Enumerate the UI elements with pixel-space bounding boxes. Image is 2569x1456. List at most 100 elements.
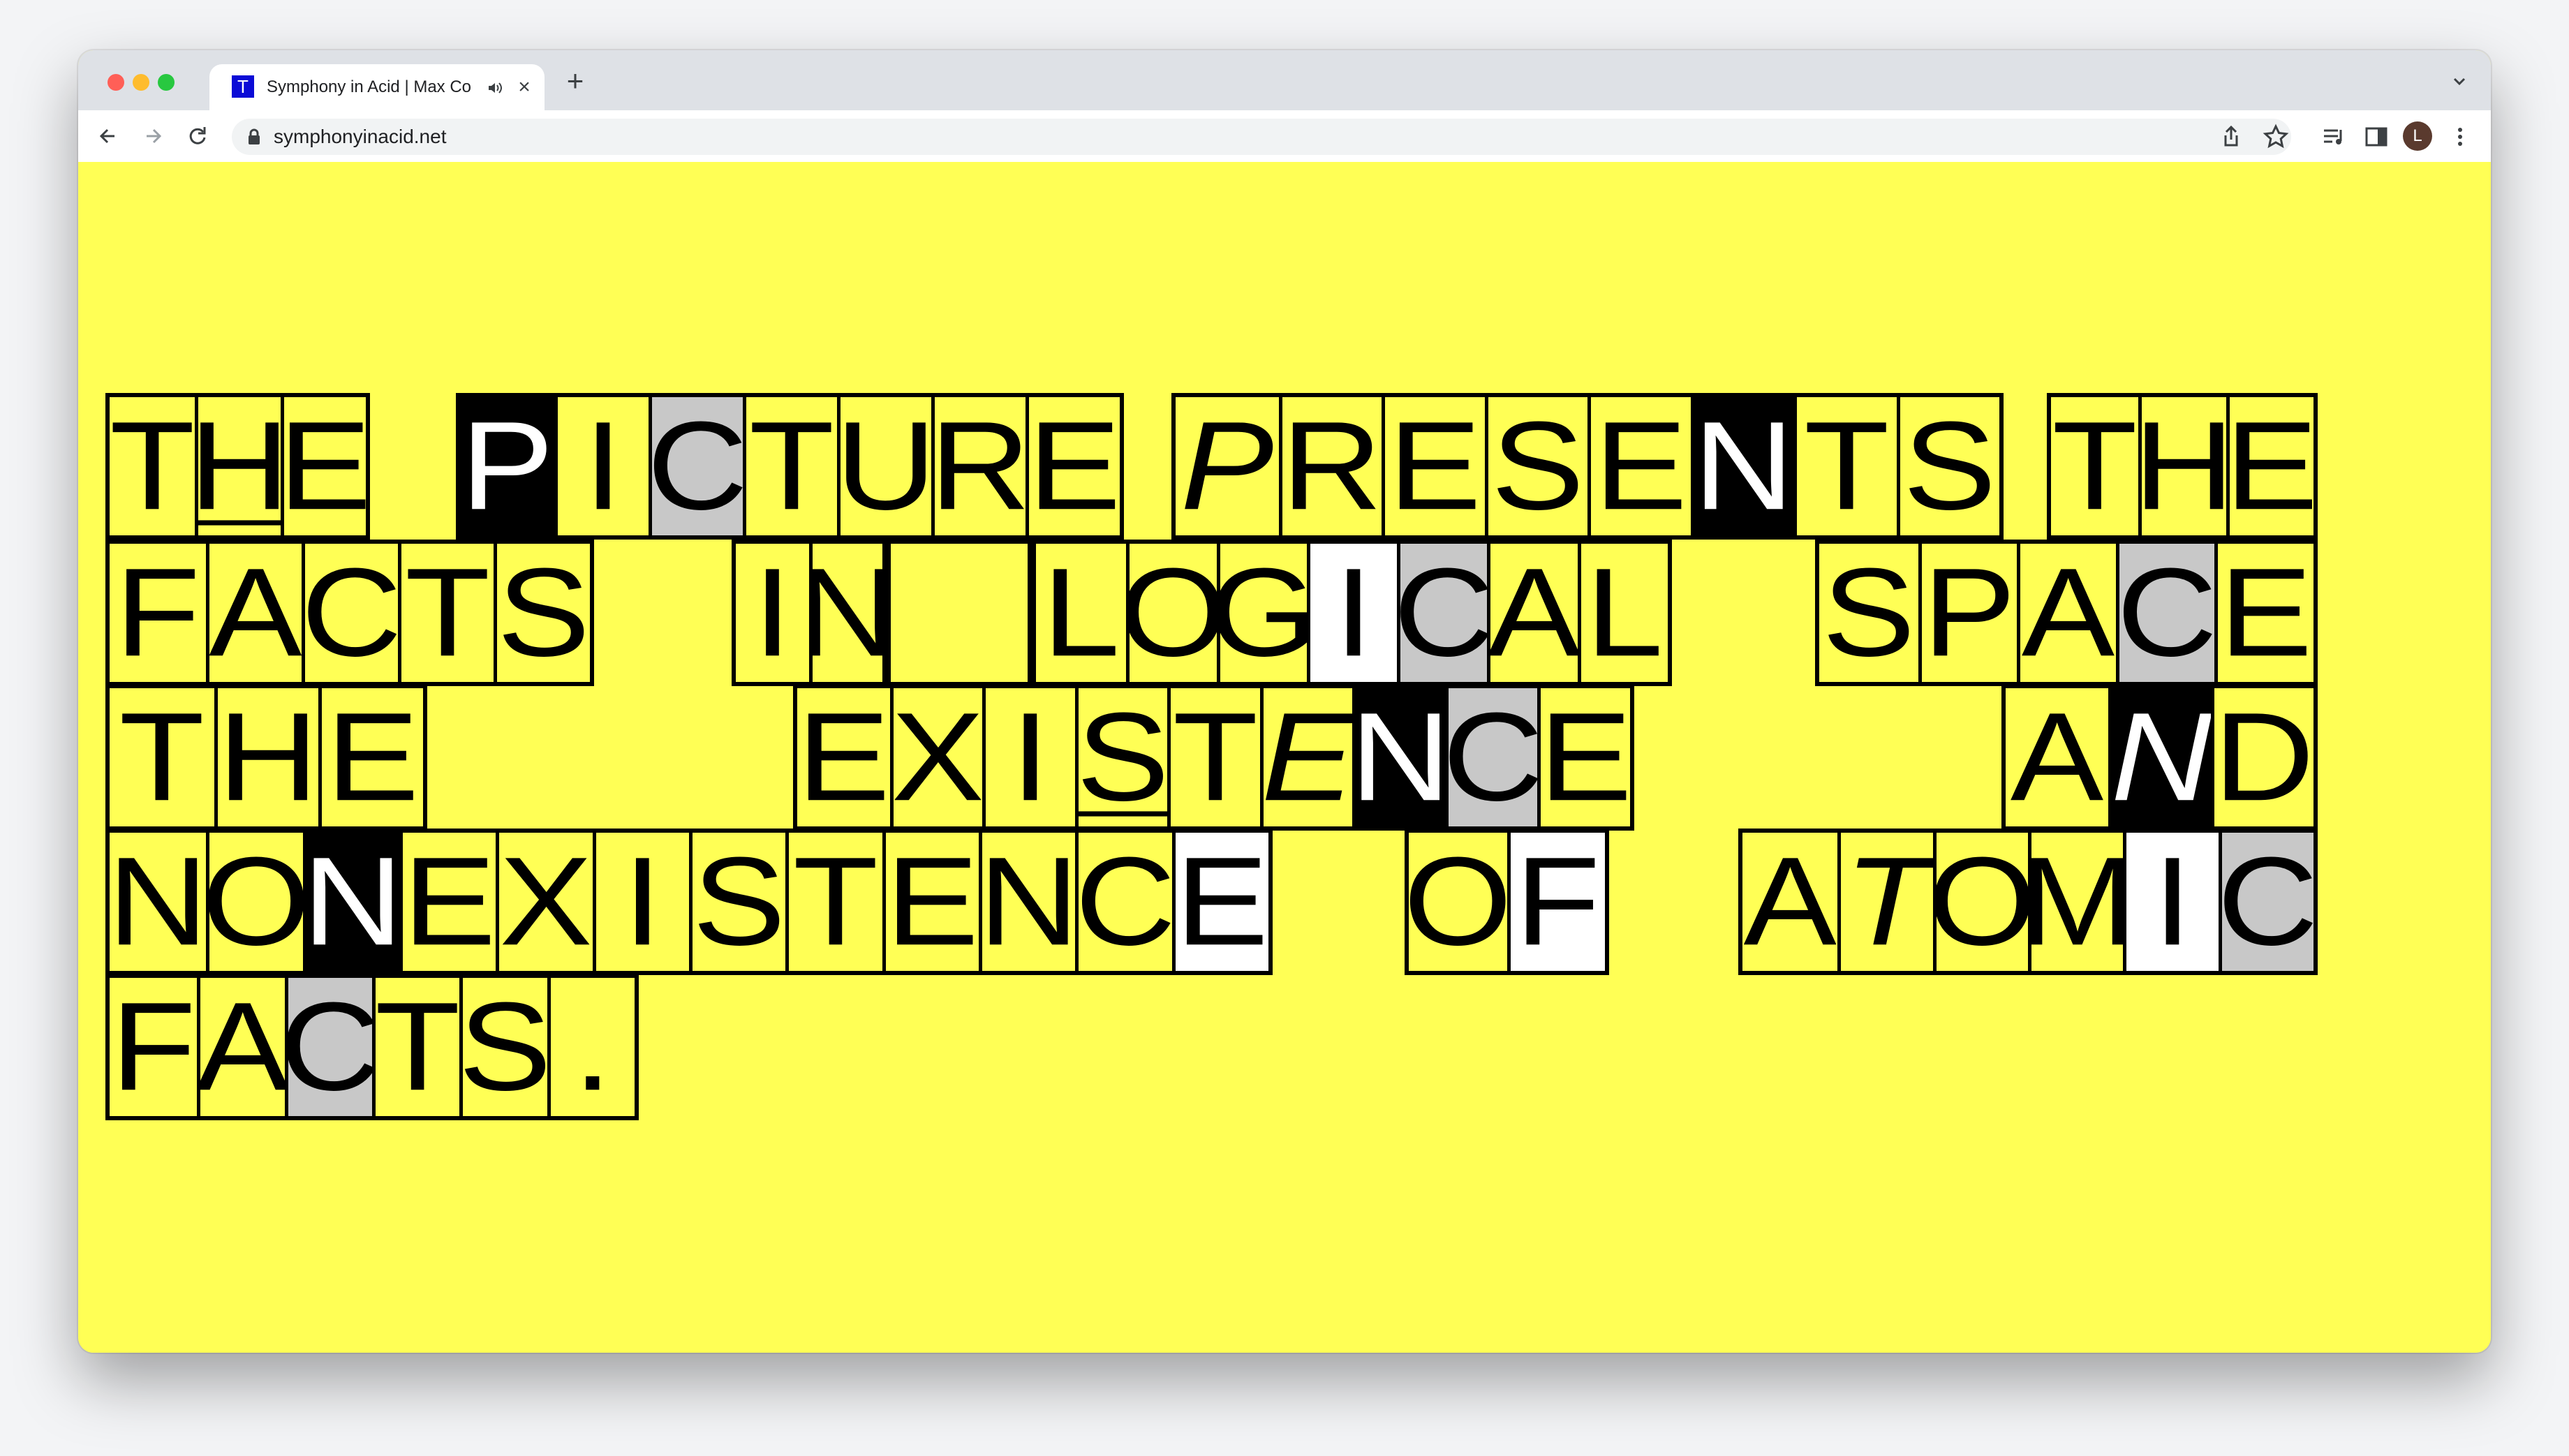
word-box: THE bbox=[105, 684, 427, 831]
letter-cell: U bbox=[837, 397, 931, 535]
letter-cell: S bbox=[1896, 397, 2000, 535]
letter-cell: O bbox=[1126, 544, 1217, 682]
media-controls-icon[interactable] bbox=[2320, 123, 2348, 151]
letter-cell: C bbox=[284, 978, 372, 1116]
word-box: EXISTENCE bbox=[793, 684, 1634, 831]
letter-cell: C bbox=[1075, 833, 1172, 971]
word-box: PRESENTS bbox=[1171, 393, 2004, 540]
letter-cell: N bbox=[1352, 688, 1445, 826]
letter-cell: P bbox=[1180, 397, 1274, 535]
tab-title: Symphony in Acid | Max Co bbox=[267, 77, 472, 96]
letter-cell: O bbox=[206, 833, 303, 971]
letter-cell: E bbox=[882, 833, 979, 971]
word-box: OF bbox=[1405, 829, 1609, 975]
word-box: LOGICAL bbox=[1032, 540, 1672, 686]
letter-cell: L bbox=[1577, 544, 1668, 682]
letter-cell: I bbox=[554, 397, 649, 535]
letter-cell: F bbox=[114, 544, 200, 682]
letter-cell: E bbox=[2214, 544, 2313, 682]
letter-cell: H bbox=[2138, 397, 2226, 535]
letter-cell: O bbox=[1932, 833, 2028, 971]
letter-cell: N bbox=[1690, 397, 1793, 535]
letter-cell: S bbox=[1822, 544, 1916, 682]
letter-cell: X bbox=[496, 833, 593, 971]
letter-cell: T bbox=[1793, 397, 1897, 535]
letter-cell: E bbox=[399, 833, 496, 971]
letter-cell: A bbox=[205, 544, 302, 682]
word-box: NONEXISTENCE bbox=[105, 829, 1273, 975]
letter-cell: S bbox=[1484, 397, 1588, 535]
letter-cell: N bbox=[302, 833, 399, 971]
word-box bbox=[887, 540, 1032, 686]
letter-cell: X bbox=[889, 688, 982, 826]
letter-cell: A bbox=[2017, 544, 2116, 682]
letter-cell: I bbox=[2123, 833, 2219, 971]
word-box: THE bbox=[2047, 393, 2318, 540]
letter-grid: THEPICTUREPRESENTSTHEFACTSINLOGICALSPACE… bbox=[78, 162, 2491, 1353]
letter-cell: E bbox=[1382, 397, 1485, 535]
word-box: IN bbox=[732, 540, 887, 686]
bookmark-star-icon[interactable] bbox=[2262, 123, 2290, 151]
audio-playing-icon[interactable] bbox=[487, 81, 503, 95]
letter-cell: O bbox=[1409, 833, 1507, 971]
browser-toolbar: symphonyinacid.net L bbox=[78, 110, 2491, 163]
letter-cell: T bbox=[1837, 833, 1932, 971]
letter-cell: S bbox=[1074, 688, 1167, 826]
letter-cell: T bbox=[785, 833, 882, 971]
close-window-button[interactable] bbox=[108, 74, 124, 91]
letter-cell: . bbox=[547, 978, 635, 1116]
browser-window: T Symphony in Acid | Max Co × + symphony… bbox=[78, 50, 2491, 1353]
letter-cell: E bbox=[1537, 688, 1630, 826]
word-box: AND bbox=[2001, 684, 2318, 831]
letter-cell: T bbox=[397, 544, 494, 682]
word-box: PICTURE bbox=[456, 393, 1124, 540]
letter-cell: E bbox=[1171, 833, 1268, 971]
profile-avatar[interactable]: L bbox=[2403, 121, 2432, 151]
letter-cell: C bbox=[302, 544, 398, 682]
letter-cell: P bbox=[460, 397, 554, 535]
more-menu-icon[interactable] bbox=[2446, 123, 2474, 151]
reload-icon[interactable] bbox=[183, 121, 212, 151]
letter-cell: N bbox=[809, 544, 882, 682]
back-arrow-icon[interactable] bbox=[94, 121, 123, 151]
letter-cell: T bbox=[2052, 397, 2138, 535]
letter-cell: C bbox=[1444, 688, 1538, 826]
letter-cell: S bbox=[689, 833, 785, 971]
share-icon[interactable] bbox=[2217, 123, 2245, 151]
letter-cell: H bbox=[195, 397, 281, 535]
active-tab[interactable]: T Symphony in Acid | Max Co × bbox=[209, 64, 545, 110]
address-bar[interactable]: symphonyinacid.net bbox=[232, 119, 2291, 155]
letter-cell: I bbox=[753, 544, 792, 682]
letter-cell: H bbox=[214, 688, 319, 826]
letter-cell: E bbox=[797, 688, 890, 826]
chevron-down-icon[interactable] bbox=[2449, 71, 2470, 92]
letter-cell: I bbox=[1306, 544, 1398, 682]
letter-cell: T bbox=[743, 397, 837, 535]
close-tab-icon[interactable]: × bbox=[514, 75, 535, 99]
word-box: ATOMIC bbox=[1738, 829, 2318, 975]
minimize-window-button[interactable] bbox=[133, 74, 149, 91]
letter-cell: T bbox=[1167, 688, 1260, 826]
letter-cell: N bbox=[110, 833, 207, 971]
letter-cell: F bbox=[110, 978, 196, 1116]
side-panel-icon[interactable] bbox=[2362, 123, 2390, 151]
maximize-window-button[interactable] bbox=[158, 74, 175, 91]
letter-cell: C bbox=[1397, 544, 1488, 682]
tab-strip: T Symphony in Acid | Max Co × + bbox=[78, 50, 2491, 110]
letter-cell: C bbox=[2218, 833, 2313, 971]
new-tab-button[interactable]: + bbox=[560, 66, 591, 96]
letter-cell: E bbox=[1259, 688, 1352, 826]
letter-cell: C bbox=[649, 397, 743, 535]
letter-cell: L bbox=[1042, 544, 1120, 682]
forward-arrow-icon[interactable] bbox=[138, 121, 168, 151]
letter-cell: R bbox=[931, 397, 1026, 535]
letter-cell: A bbox=[1743, 833, 1837, 971]
letter-cell: I bbox=[982, 688, 1075, 826]
letter-cell: T bbox=[110, 397, 195, 535]
lock-icon bbox=[249, 128, 260, 144]
letter-cell: D bbox=[2211, 688, 2313, 826]
word-box: THE bbox=[105, 393, 370, 540]
letter-cell: E bbox=[2226, 397, 2313, 535]
word-box: SPACE bbox=[1815, 540, 2318, 686]
letter-cell: R bbox=[1278, 397, 1382, 535]
